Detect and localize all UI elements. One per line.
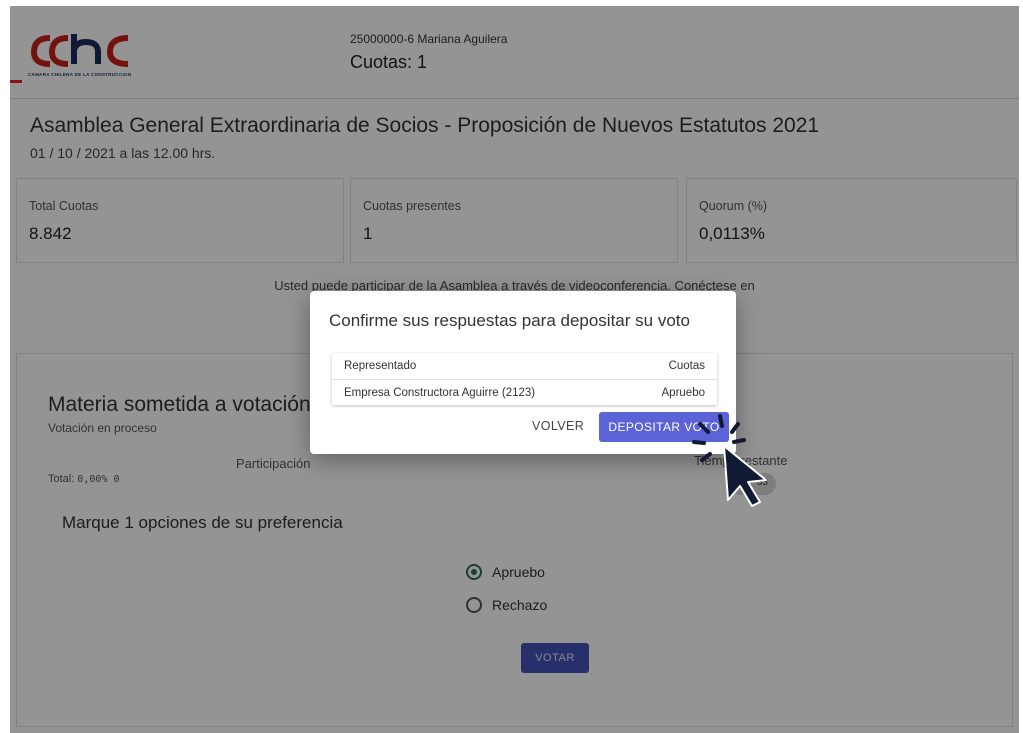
table-header-row: Representado Cuotas [332,353,717,379]
column-header: Representado [344,360,417,372]
volver-button[interactable]: VOLVER [532,419,584,433]
table-row: Empresa Constructora Aguirre (2123) Apru… [332,379,717,405]
click-cursor-icon [692,414,767,507]
table-cell: Apruebo [661,386,705,399]
app-frame: CAMARA CHILENA DE LA CONSTRUCCION 250000… [10,6,1019,733]
table-cell: Empresa Constructora Aguirre (2123) [344,386,536,399]
confirm-dialog: Confirme sus respuestas para depositar s… [310,291,736,454]
column-header: Cuotas [668,360,705,372]
dialog-title: Confirme sus respuestas para depositar s… [329,311,690,330]
dialog-table: Representado Cuotas Empresa Constructora… [332,353,717,405]
